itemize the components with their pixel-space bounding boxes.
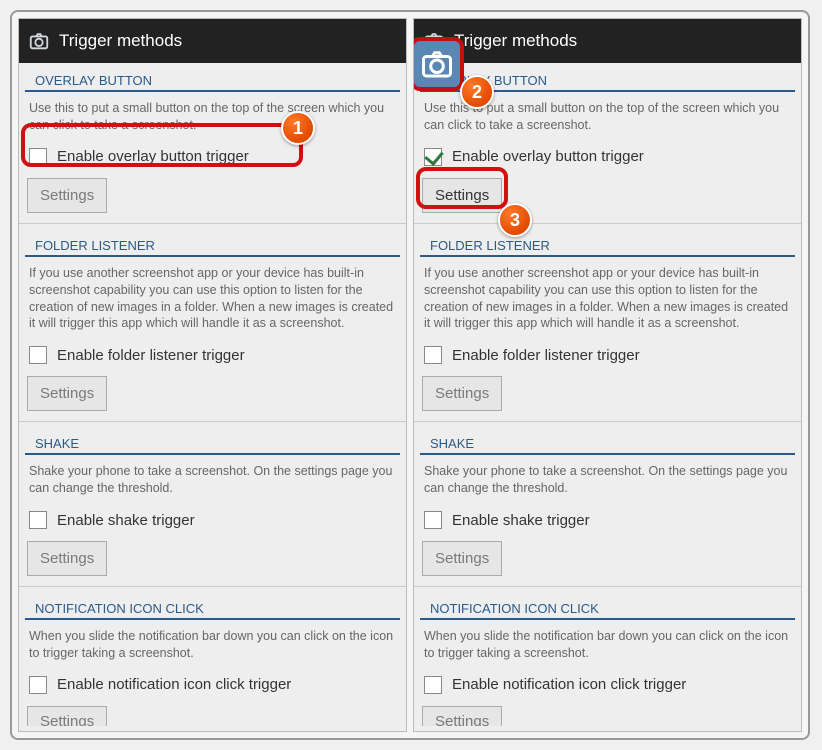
divider (414, 421, 801, 422)
comparison-container: Trigger methods OVERLAY BUTTON Use this … (10, 10, 810, 740)
titlebar: Trigger methods (414, 19, 801, 63)
checkbox-label-overlay: Enable overlay button trigger (452, 148, 644, 165)
section-header-folder: FOLDER LISTENER (420, 228, 795, 257)
checkbox-label-folder: Enable folder listener trigger (452, 347, 640, 364)
settings-button-notif[interactable]: Settings (27, 706, 107, 726)
divider (414, 223, 801, 224)
desc-shake: Shake your phone to take a screenshot. O… (414, 459, 801, 503)
pane-right: Trigger methods OVERLAY BUTTON Use this … (413, 18, 802, 732)
divider (414, 586, 801, 587)
checkbox-row-shake[interactable]: Enable shake trigger (19, 503, 406, 537)
checkbox-overlay[interactable] (29, 148, 47, 166)
section-header-overlay: OVERLAY BUTTON (25, 63, 400, 92)
desc-overlay: Use this to put a small button on the to… (414, 96, 801, 140)
checkbox-notif[interactable] (29, 676, 47, 694)
checkbox-row-folder[interactable]: Enable folder listener trigger (19, 338, 406, 372)
page-title: Trigger methods (59, 31, 182, 51)
settings-button-notif[interactable]: Settings (422, 706, 502, 726)
checkbox-shake[interactable] (29, 511, 47, 529)
checkbox-overlay-checked[interactable] (424, 148, 442, 166)
page-title: Trigger methods (454, 31, 577, 51)
titlebar: Trigger methods (19, 19, 406, 63)
checkbox-row-folder[interactable]: Enable folder listener trigger (414, 338, 801, 372)
divider (19, 421, 406, 422)
section-header-notif: NOTIFICATION ICON CLICK (420, 591, 795, 620)
checkbox-row-overlay[interactable]: Enable overlay button trigger (414, 140, 801, 174)
desc-notif: When you slide the notification bar down… (414, 624, 801, 668)
desc-notif: When you slide the notification bar down… (19, 624, 406, 668)
checkbox-row-notif[interactable]: Enable notification icon click trigger (414, 668, 801, 702)
section-header-folder: FOLDER LISTENER (25, 228, 400, 257)
desc-shake: Shake your phone to take a screenshot. O… (19, 459, 406, 503)
section-header-shake: SHAKE (420, 426, 795, 455)
overlay-camera-button[interactable] (413, 37, 464, 91)
settings-button-overlay[interactable]: Settings (422, 178, 502, 213)
settings-button-shake[interactable]: Settings (422, 541, 502, 576)
section-header-overlay: OVERLAY BUTTON (420, 63, 795, 92)
section-header-shake: SHAKE (25, 426, 400, 455)
checkbox-label-notif: Enable notification icon click trigger (57, 676, 291, 693)
checkbox-label-shake: Enable shake trigger (57, 512, 195, 529)
checkbox-label-folder: Enable folder listener trigger (57, 347, 245, 364)
pane-left: Trigger methods OVERLAY BUTTON Use this … (18, 18, 407, 732)
settings-button-overlay[interactable]: Settings (27, 178, 107, 213)
checkbox-folder[interactable] (424, 346, 442, 364)
checkbox-row-notif[interactable]: Enable notification icon click trigger (19, 668, 406, 702)
settings-button-folder[interactable]: Settings (422, 376, 502, 411)
checkbox-shake[interactable] (424, 511, 442, 529)
checkbox-label-overlay: Enable overlay button trigger (57, 148, 249, 165)
section-header-notif: NOTIFICATION ICON CLICK (25, 591, 400, 620)
camera-icon (27, 29, 51, 53)
desc-overlay: Use this to put a small button on the to… (19, 96, 406, 140)
desc-folder: If you use another screenshot app or you… (19, 261, 406, 339)
checkbox-row-shake[interactable]: Enable shake trigger (414, 503, 801, 537)
settings-button-shake[interactable]: Settings (27, 541, 107, 576)
checkbox-label-notif: Enable notification icon click trigger (452, 676, 686, 693)
checkbox-row-overlay[interactable]: Enable overlay button trigger (19, 140, 406, 174)
settings-button-folder[interactable]: Settings (27, 376, 107, 411)
checkbox-label-shake: Enable shake trigger (452, 512, 590, 529)
checkbox-notif[interactable] (424, 676, 442, 694)
divider (19, 223, 406, 224)
checkbox-folder[interactable] (29, 346, 47, 364)
divider (19, 586, 406, 587)
desc-folder: If you use another screenshot app or you… (414, 261, 801, 339)
